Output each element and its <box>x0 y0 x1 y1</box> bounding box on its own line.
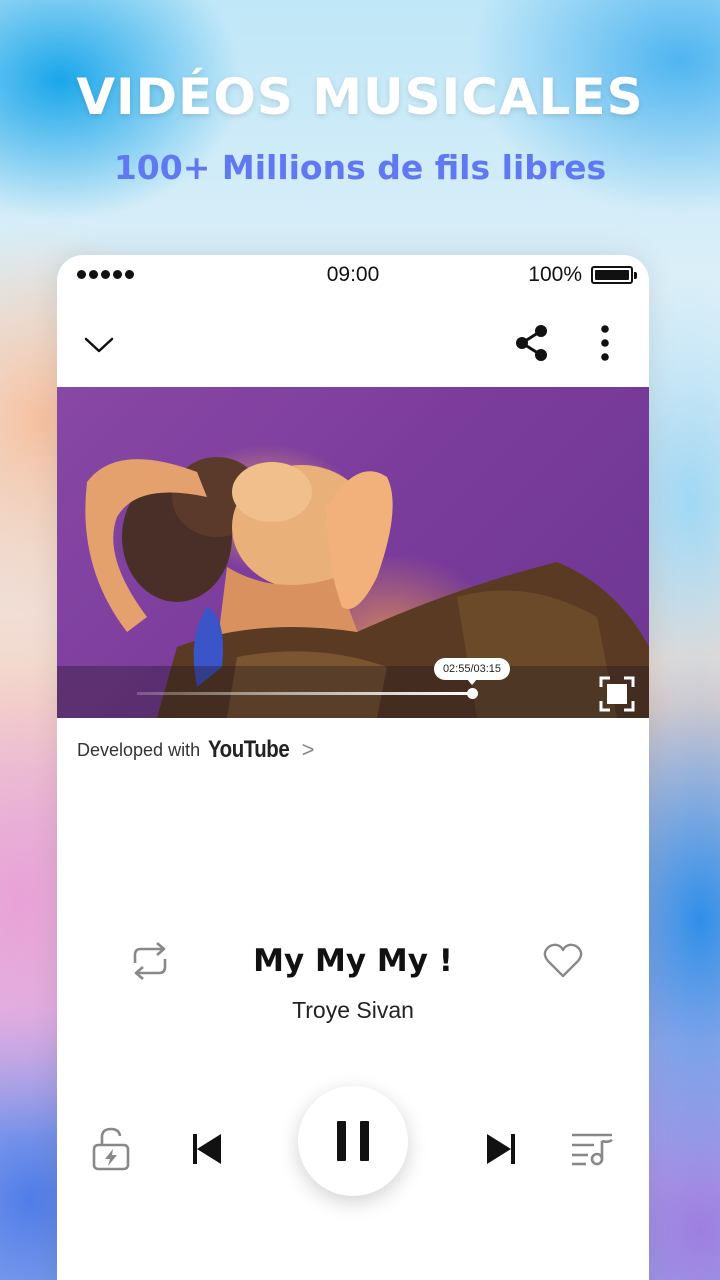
track-artist: Troye Sivan <box>292 997 414 1023</box>
pause-icon <box>337 1121 346 1161</box>
chevron-right-icon: > <box>301 737 315 762</box>
fullscreen-icon[interactable] <box>599 676 635 717</box>
video-progress-bar[interactable] <box>137 692 469 695</box>
more-vertical-icon[interactable] <box>589 323 621 363</box>
next-icon[interactable] <box>481 1129 521 1169</box>
share-icon[interactable] <box>511 323 551 363</box>
battery-percent: 100% <box>528 263 582 286</box>
lock-icon[interactable] <box>89 1125 133 1173</box>
previous-icon[interactable] <box>187 1129 227 1169</box>
playlist-icon[interactable] <box>569 1129 617 1169</box>
progress-handle[interactable] <box>467 688 478 699</box>
heart-icon[interactable] <box>541 941 585 981</box>
developed-with-youtube-link[interactable]: Developed with YouTube > <box>77 735 315 765</box>
pause-button[interactable] <box>298 1086 408 1196</box>
status-bar: 09:00 100% <box>57 255 649 295</box>
video-player[interactable]: 02:55/03:15 <box>57 387 649 718</box>
battery-icon <box>591 266 637 284</box>
developed-with-text: Developed with <box>77 739 201 760</box>
promo-title: VIDÉOS MUSICALES <box>76 68 644 126</box>
time-label: 02:55/03:15 <box>434 658 510 685</box>
promo-subtitle: 100+ Millions de fils libres <box>113 148 607 187</box>
youtube-logo: YouTube <box>208 736 290 763</box>
phone-frame: 09:00 100% 02:55/03:15 Developed with Yo… <box>57 255 649 1280</box>
chevron-down-icon[interactable] <box>79 327 119 363</box>
player-top-bar <box>57 315 649 375</box>
